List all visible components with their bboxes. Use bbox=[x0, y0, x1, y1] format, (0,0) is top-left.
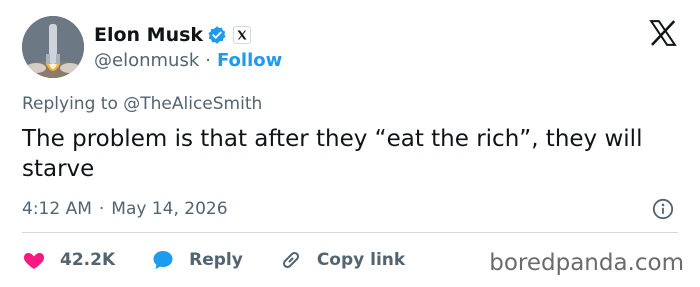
replying-to-label[interactable]: Replying to @TheAliceSmith bbox=[22, 94, 262, 114]
action-bar: 42.2K Reply Copy link bbox=[22, 246, 441, 274]
author-name[interactable]: Elon Musk bbox=[94, 24, 203, 46]
reply-bubble-icon bbox=[153, 251, 173, 269]
like-button[interactable]: 42.2K bbox=[22, 248, 115, 272]
link-icon bbox=[282, 251, 299, 269]
separator-dot: · bbox=[205, 49, 211, 71]
x-logo-icon[interactable] bbox=[648, 18, 678, 48]
copy-link-button[interactable]: Copy link bbox=[279, 248, 405, 272]
avatar[interactable] bbox=[22, 16, 84, 78]
timestamp-separator: · bbox=[98, 199, 105, 219]
info-icon[interactable] bbox=[652, 198, 674, 220]
author-handle-row: @elonmusk · Follow bbox=[94, 48, 282, 72]
verified-badge-icon bbox=[208, 26, 226, 44]
x-affiliate-badge-icon bbox=[233, 26, 252, 44]
tweet-time: 4:12 AM bbox=[22, 199, 92, 219]
heart-icon bbox=[23, 253, 45, 269]
author-handle[interactable]: @elonmusk bbox=[94, 50, 199, 71]
copy-link-label: Copy link bbox=[316, 250, 406, 270]
follow-button[interactable]: Follow bbox=[217, 50, 282, 71]
watermark: boredpanda.com bbox=[489, 250, 684, 276]
rocket-launch-image bbox=[22, 16, 84, 78]
tweet-text: The problem is that after they “eat the … bbox=[22, 126, 643, 182]
author-name-row: Elon Musk bbox=[94, 22, 252, 48]
timestamp[interactable]: 4:12 AM · May 14, 2026 bbox=[22, 199, 228, 219]
tweet-date: May 14, 2026 bbox=[111, 199, 228, 219]
like-count: 42.2K bbox=[60, 250, 116, 270]
divider bbox=[22, 232, 678, 233]
reply-label: Reply bbox=[189, 250, 243, 270]
reply-button[interactable]: Reply bbox=[151, 248, 243, 272]
